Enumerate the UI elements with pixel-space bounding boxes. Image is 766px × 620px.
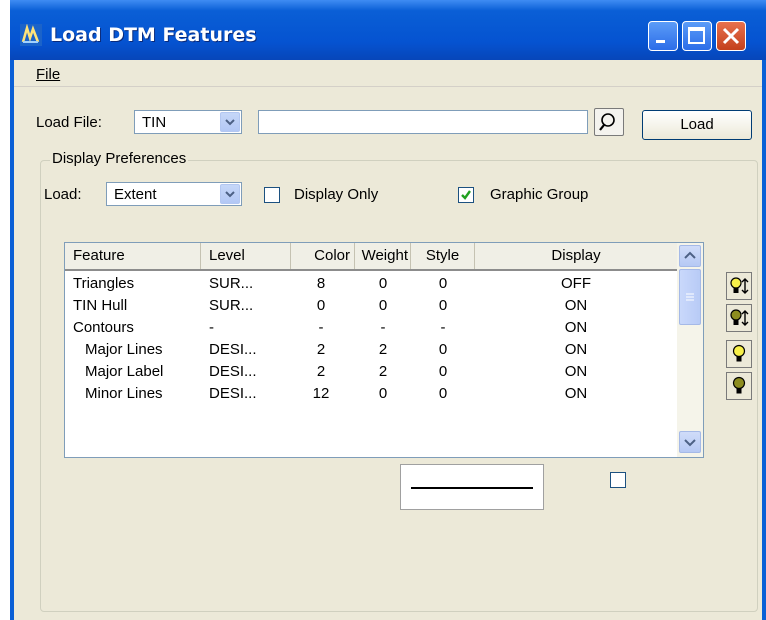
scroll-thumb[interactable]: [679, 269, 701, 325]
scroll-down-button[interactable]: [679, 431, 701, 453]
feature-cell: Major Lines: [85, 341, 163, 358]
style-cell: 0: [438, 385, 448, 402]
color-cell: 8: [316, 275, 326, 292]
graphic-group-label: Graphic Group: [490, 186, 589, 203]
color-cell: -: [318, 319, 324, 336]
chevron-up-icon: [684, 251, 696, 259]
weight-cell: 0: [378, 385, 388, 402]
menu-file[interactable]: File: [36, 66, 60, 83]
level-cell: SUR...: [209, 275, 254, 292]
close-icon: [722, 27, 740, 45]
color-cell: 12: [312, 385, 330, 402]
minimize-button[interactable]: [648, 21, 678, 51]
column-header-color[interactable]: Color: [291, 243, 355, 269]
style-cell: 0: [438, 341, 448, 358]
bulb-on-icon: [732, 344, 746, 362]
maximize-button[interactable]: [682, 21, 712, 51]
scroll-up-button[interactable]: [679, 245, 701, 267]
feature-cell: TIN Hull: [73, 297, 128, 314]
table-header: Feature Level Color Weight Style Display: [65, 243, 677, 271]
menu-bar: File: [14, 60, 762, 87]
table-row[interactable]: Contours - - - - ON: [65, 317, 677, 339]
load-file-path-input[interactable]: [258, 110, 588, 134]
line-style-preview: [400, 464, 544, 510]
display-preferences-title: Display Preferences: [50, 150, 189, 167]
weight-cell: 2: [378, 363, 388, 380]
color-cell: 2: [316, 363, 326, 380]
level-cell: DESI...: [209, 341, 257, 358]
display-only-checkbox[interactable]: [264, 187, 280, 203]
weight-cell: 0: [378, 275, 388, 292]
style-cell: 0: [438, 297, 448, 314]
load-mode-value: Extent: [114, 186, 157, 203]
feature-cell: Major Label: [85, 363, 164, 380]
weight-cell: 0: [378, 297, 388, 314]
display-cell: ON: [564, 297, 588, 314]
style-cell: -: [440, 319, 446, 336]
style-cell: 0: [438, 363, 448, 380]
column-header-feature[interactable]: Feature: [65, 243, 201, 269]
close-button[interactable]: [716, 21, 746, 51]
load-mode-select[interactable]: Extent: [106, 182, 242, 206]
browse-button[interactable]: [594, 108, 624, 136]
minimize-icon: [656, 40, 665, 43]
load-file-label: Load File:: [36, 114, 102, 131]
level-cell: DESI...: [209, 385, 257, 402]
table-row[interactable]: Minor Lines DESI... 12 0 0 ON: [65, 383, 677, 405]
table-row[interactable]: Major Label DESI... 2 2 0 ON: [65, 361, 677, 383]
toggle-display-dark-button[interactable]: [726, 304, 752, 332]
bulb-off-icon: [732, 376, 746, 394]
display-cell: ON: [564, 341, 588, 358]
graphic-group-checkbox[interactable]: [458, 187, 474, 203]
feature-cell: Minor Lines: [85, 385, 163, 402]
app-icon: [20, 24, 42, 46]
color-cell: 2: [316, 341, 326, 358]
chevron-down-icon[interactable]: [220, 184, 240, 204]
load-dtm-features-window: Load DTM Features File Load File: TIN Lo…: [10, 0, 766, 620]
checkmark-icon: [461, 190, 471, 200]
display-only-label: Display Only: [294, 186, 379, 203]
chevron-down-icon[interactable]: [220, 112, 240, 132]
display-off-button[interactable]: [726, 372, 752, 400]
display-cell: OFF: [561, 275, 591, 292]
display-cell: ON: [564, 385, 588, 402]
maximize-icon: [688, 27, 705, 44]
column-header-style[interactable]: Style: [411, 243, 475, 269]
table-row[interactable]: Triangles SUR... 8 0 0 OFF: [65, 273, 677, 295]
weight-cell: -: [380, 319, 386, 336]
table-row[interactable]: TIN Hull SUR... 0 0 0 ON: [65, 295, 677, 317]
grip-icon: [686, 293, 694, 301]
title-bar[interactable]: Load DTM Features: [10, 0, 766, 60]
column-header-display[interactable]: Display: [475, 243, 677, 269]
level-cell: SUR...: [209, 297, 254, 314]
features-table: Feature Level Color Weight Style Display…: [64, 242, 704, 458]
display-cell: ON: [564, 319, 588, 336]
chevron-down-icon: [684, 439, 696, 447]
level-cell: -: [209, 319, 214, 336]
display-cell: ON: [564, 363, 588, 380]
feature-cell: Triangles: [73, 275, 135, 292]
load-file-type-value: TIN: [142, 114, 167, 131]
table-vertical-scrollbar[interactable]: [677, 243, 703, 457]
search-icon: [599, 113, 615, 131]
style-cell: 0: [438, 275, 448, 292]
table-row[interactable]: Major Lines DESI... 2 2 0 ON: [65, 339, 677, 361]
bulb-dark-toggle-icon: [730, 309, 749, 326]
column-header-weight[interactable]: Weight: [355, 243, 411, 269]
line-sample: [411, 487, 533, 489]
load-button[interactable]: Load: [642, 110, 752, 140]
bulb-on-toggle-icon: [730, 277, 749, 294]
dialog-client-area: File Load File: TIN Load Display Prefere…: [14, 60, 762, 620]
toggle-display-button[interactable]: [726, 272, 752, 300]
feature-cell: Contours: [73, 319, 134, 336]
weight-cell: 2: [378, 341, 388, 358]
column-header-level[interactable]: Level: [201, 243, 291, 269]
window-title: Load DTM Features: [50, 24, 257, 46]
color-cell: 0: [316, 297, 326, 314]
load-file-type-select[interactable]: TIN: [134, 110, 242, 134]
preview-checkbox[interactable]: [610, 472, 626, 488]
level-cell: DESI...: [209, 363, 257, 380]
display-on-button[interactable]: [726, 340, 752, 368]
load-mode-label: Load:: [44, 186, 82, 203]
